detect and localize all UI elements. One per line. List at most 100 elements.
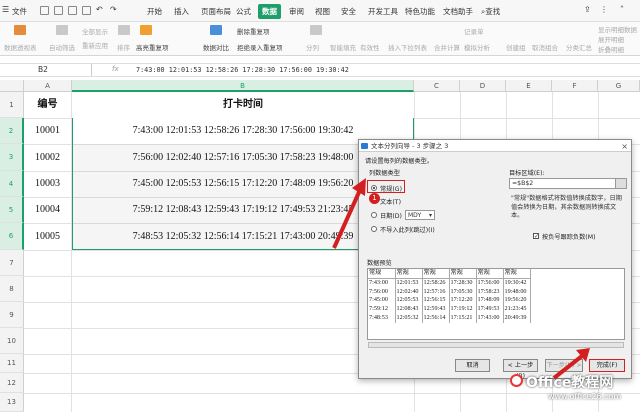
negative-sign-label[interactable]: 按负号跟踪负数(M) xyxy=(542,232,595,241)
smart-fill-button[interactable]: 智能填充 xyxy=(330,42,356,52)
preview-icon[interactable] xyxy=(82,6,91,15)
filter-icon[interactable] xyxy=(56,25,68,35)
print-icon[interactable] xyxy=(68,6,77,15)
share-icon[interactable]: ⇪ xyxy=(584,5,593,14)
column-header-b[interactable]: B xyxy=(72,80,414,92)
ungroup-button[interactable]: 取消组合 xyxy=(532,42,558,52)
record-form-button[interactable]: 记录单 xyxy=(464,26,484,36)
row-header-12[interactable]: 12 xyxy=(0,373,24,393)
row-header-1[interactable]: 1 xyxy=(0,92,24,118)
save-icon[interactable] xyxy=(40,6,49,15)
preview-header-cell[interactable]: 常规 xyxy=(449,269,477,279)
negative-sign-checkbox[interactable]: ✓ xyxy=(533,233,539,240)
select-all-corner[interactable] xyxy=(0,80,24,92)
close-icon[interactable]: × xyxy=(621,141,628,153)
row-header-13[interactable]: 13 xyxy=(0,393,24,412)
pivot-table-button[interactable]: 数据透视表 xyxy=(4,42,37,52)
tab-features[interactable]: 特色功能 xyxy=(401,4,439,19)
tab-page-layout[interactable]: 页面布局 xyxy=(197,4,235,19)
insert-dropdown-button[interactable]: 插入下拉列表 xyxy=(388,42,427,52)
row-header-7[interactable]: 7 xyxy=(0,250,24,276)
sort-icon[interactable] xyxy=(118,25,130,35)
range-picker-icon[interactable] xyxy=(615,178,627,189)
split-column-icon[interactable] xyxy=(310,25,322,35)
remove-duplicates-button[interactable]: 删除重复项 xyxy=(237,26,270,36)
column-header-c[interactable]: C xyxy=(414,80,460,92)
sort-button[interactable]: 排序 xyxy=(117,42,130,52)
preview-header-cell[interactable]: 常规 xyxy=(395,269,423,279)
folder-icon[interactable] xyxy=(54,6,63,15)
tab-security[interactable]: 安全 xyxy=(337,4,360,19)
dialog-title-bar[interactable]: 文本分列向导 - 3 步骤之 3 × xyxy=(359,140,631,152)
formula-input[interactable]: 7:43:00 12:01:53 12:58:26 17:28:30 17:56… xyxy=(136,64,349,76)
tab-home[interactable]: 开始 xyxy=(143,4,166,19)
undo-icon[interactable]: ↶ xyxy=(96,5,105,14)
tab-data[interactable]: 数据 xyxy=(258,4,281,19)
cell-b1[interactable]: 打卡时间 xyxy=(72,92,414,118)
cancel-button[interactable]: 取消 xyxy=(455,359,490,372)
what-if-button[interactable]: 模拟分析 xyxy=(464,42,490,52)
date-radio[interactable] xyxy=(371,212,377,218)
skip-radio[interactable] xyxy=(371,226,377,232)
tab-formulas[interactable]: 公式 xyxy=(232,4,255,19)
reject-duplicates-button[interactable]: 拒绝录入重复项 xyxy=(237,42,283,52)
column-header-e[interactable]: E xyxy=(506,80,552,92)
column-header-a[interactable]: A xyxy=(24,80,72,92)
highlight-dup-icon[interactable] xyxy=(140,25,152,35)
row-header-5[interactable]: 5 xyxy=(0,197,24,223)
auto-filter-button[interactable]: 自动筛选 xyxy=(49,42,75,52)
column-header-f[interactable]: F xyxy=(552,80,598,92)
tab-developer[interactable]: 开发工具 xyxy=(364,4,402,19)
row-header-3[interactable]: 3 xyxy=(0,144,24,171)
preview-header-cell[interactable]: 常规 xyxy=(476,269,504,279)
row-header-11[interactable]: 11 xyxy=(0,354,24,373)
preview-header-cell[interactable]: 常规 xyxy=(422,269,450,279)
more-icon[interactable]: ⋮ xyxy=(600,5,609,14)
validation-button[interactable]: 有效性 xyxy=(360,42,380,52)
row-header-2[interactable]: 2 xyxy=(0,118,24,144)
cell-a4[interactable]: 10003 xyxy=(24,171,71,197)
cell-a6[interactable]: 10005 xyxy=(24,223,71,250)
redo-icon[interactable]: ↷ xyxy=(110,5,119,14)
column-header-g[interactable]: G xyxy=(598,80,640,92)
fx-icon[interactable]: fx xyxy=(112,65,119,73)
create-group-button[interactable]: 创建组 xyxy=(506,42,526,52)
data-compare-icon[interactable] xyxy=(210,25,222,35)
subtotal-button[interactable]: 分类汇总 xyxy=(566,42,592,52)
menu-icon[interactable]: ☰ xyxy=(2,5,11,14)
consolidate-button[interactable]: 合并计算 xyxy=(434,42,460,52)
highlight-duplicates-button[interactable]: 高亮重复项 xyxy=(136,42,169,52)
row-header-4[interactable]: 4 xyxy=(0,171,24,197)
date-radio-label[interactable]: 日期(D) xyxy=(380,211,402,220)
data-preview[interactable]: 常规 常规 常规 常规 常规 常规 7:43:00 12:01:53 12:58… xyxy=(367,268,625,340)
file-menu[interactable]: 文件 xyxy=(12,6,27,17)
reapply-button[interactable]: 重新应用 xyxy=(82,40,108,50)
tab-view[interactable]: 视图 xyxy=(311,4,334,19)
pivot-table-icon[interactable] xyxy=(14,25,26,35)
row-header-10[interactable]: 10 xyxy=(0,328,24,354)
show-detail-button[interactable]: 显示明细数据 xyxy=(598,24,637,34)
expand-detail-button[interactable]: 展开明细 xyxy=(598,34,624,44)
destination-input[interactable]: =$B$2 xyxy=(509,178,619,189)
cell-a3[interactable]: 10002 xyxy=(24,144,71,171)
back-button[interactable]: < 上一步(B) xyxy=(503,359,538,380)
row-header-8[interactable]: 8 xyxy=(0,276,24,302)
collapse-icon[interactable]: ˄ xyxy=(620,5,629,14)
data-compare-button[interactable]: 数据对比 xyxy=(203,42,229,52)
row-header-9[interactable]: 9 xyxy=(0,302,24,328)
cell-a1[interactable]: 编号 xyxy=(24,92,71,118)
cell-a5[interactable]: 10004 xyxy=(24,197,71,223)
split-column-button[interactable]: 分列 xyxy=(306,42,319,52)
column-header-d[interactable]: D xyxy=(460,80,506,92)
tab-review[interactable]: 审阅 xyxy=(285,4,308,19)
preview-header-cell[interactable]: 常规 xyxy=(368,269,396,279)
name-box[interactable]: B2 xyxy=(0,64,92,76)
date-format-select[interactable]: MDY ▾ xyxy=(405,210,435,220)
preview-header-cell[interactable]: 常规 xyxy=(503,269,531,279)
skip-radio-label[interactable]: 不导入此列(跳过)(I) xyxy=(380,225,435,234)
row-header-6[interactable]: 6 xyxy=(0,223,24,250)
collapse-detail-button[interactable]: 折叠明细 xyxy=(598,44,624,54)
finish-button[interactable]: 完成(F) xyxy=(589,359,625,372)
search-button[interactable]: ⌕查找 xyxy=(481,6,500,17)
show-all-button[interactable]: 全部显示 xyxy=(82,26,108,36)
